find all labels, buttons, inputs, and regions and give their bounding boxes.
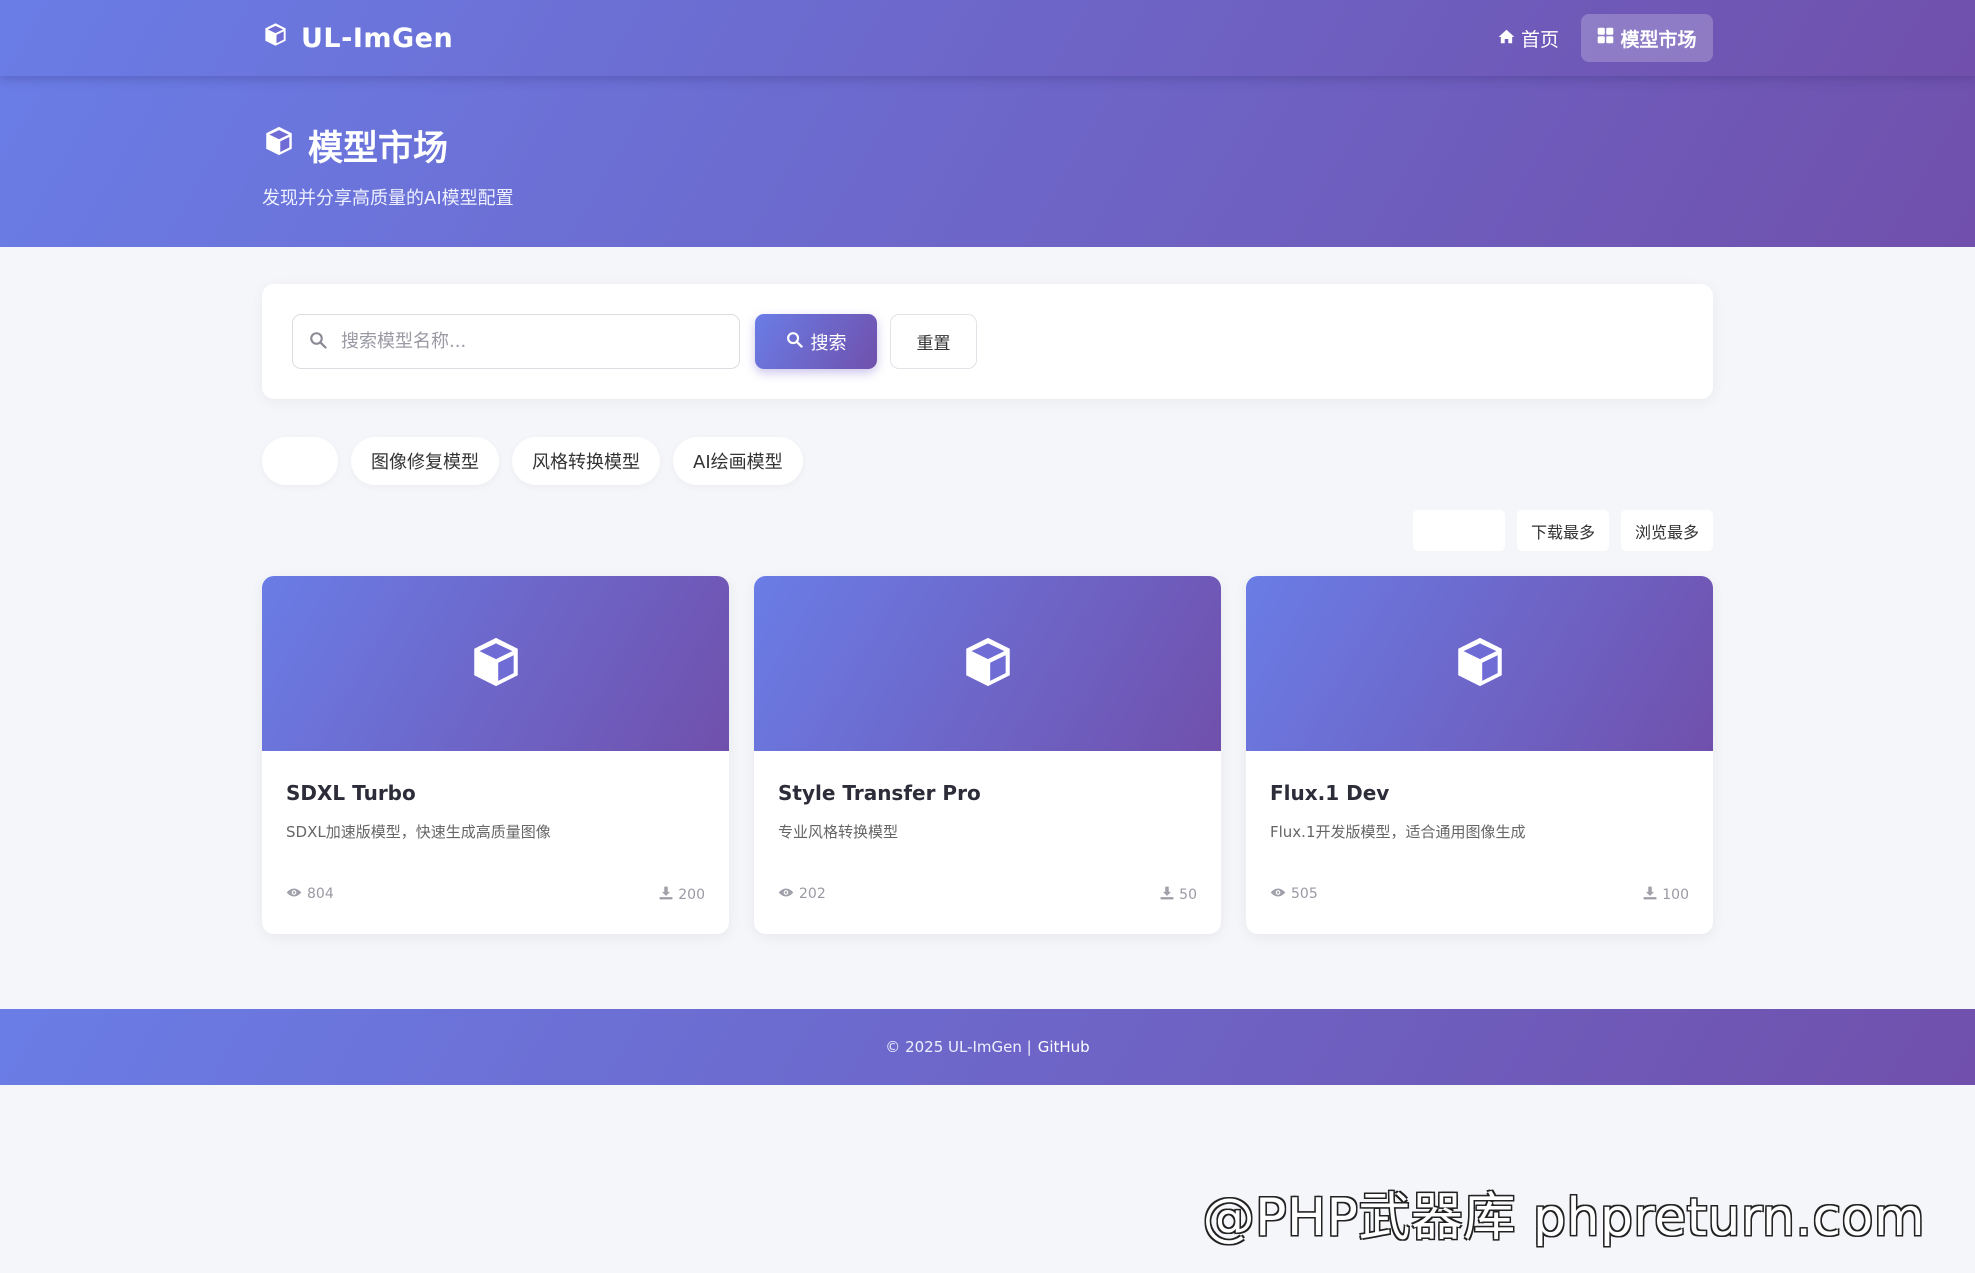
nav-home-link[interactable]: 首页: [1478, 14, 1579, 62]
model-card[interactable]: SDXL Turbo SDXL加速版模型，快速生成高质量图像 804 200: [262, 576, 729, 934]
search-button[interactable]: 搜索: [755, 314, 877, 369]
cube-icon: [467, 633, 525, 695]
category-ai-painting[interactable]: AI绘画模型: [673, 437, 803, 485]
views-count: 202: [799, 886, 826, 902]
search-panel: 搜索 重置: [262, 284, 1713, 399]
eye-icon: [778, 886, 794, 902]
navbar: UL-ImGen 首页 模型市场: [0, 0, 1975, 76]
downloads-count: 100: [1662, 887, 1689, 903]
views-count: 804: [307, 886, 334, 902]
downloads-count: 50: [1179, 887, 1197, 903]
download-icon: [659, 886, 673, 904]
model-views: 804: [286, 886, 334, 902]
model-name: Style Transfer Pro: [778, 781, 981, 805]
model-description: SDXL加速版模型，快速生成高质量图像: [286, 823, 551, 841]
eye-icon: [1270, 886, 1286, 902]
model-name: Flux.1 Dev: [1270, 781, 1390, 805]
category-filter: 全部 图像修复模型 风格转换模型 AI绘画模型: [262, 437, 803, 485]
grid-icon: [1597, 27, 1614, 49]
download-icon: [1160, 886, 1174, 904]
model-card[interactable]: Flux.1 Dev Flux.1开发版模型，适合通用图像生成 505 100: [1246, 576, 1713, 934]
sort-most-views[interactable]: 浏览最多: [1620, 510, 1713, 551]
model-downloads: 50: [1160, 886, 1197, 904]
reset-button[interactable]: 重置: [890, 314, 977, 369]
download-icon: [1643, 886, 1657, 904]
category-style-transfer[interactable]: 风格转换模型: [512, 437, 660, 485]
page-subtitle: 发现并分享高质量的AI模型配置: [262, 188, 514, 209]
brand-name: UL-ImGen: [301, 22, 454, 54]
cube-icon: [959, 633, 1017, 695]
nav-market-link[interactable]: 模型市场: [1581, 14, 1713, 62]
footer-github-link[interactable]: GitHub: [1038, 1038, 1090, 1056]
sort-most-downloads[interactable]: 下载最多: [1516, 510, 1609, 551]
footer: © 2025 UL-ImGen | GitHub: [0, 1009, 1975, 1085]
sort-options: 最新发布 下载最多 浏览最多: [1412, 510, 1713, 551]
nav-market-label: 模型市场: [1620, 28, 1697, 51]
model-cover: [1246, 576, 1713, 751]
page-title-text: 模型市场: [308, 129, 449, 169]
search-box: [292, 314, 740, 369]
cube-icon: [1451, 633, 1509, 695]
cube-icon: [262, 124, 296, 167]
model-description: Flux.1开发版模型，适合通用图像生成: [1270, 823, 1526, 841]
views-count: 505: [1291, 886, 1318, 902]
search-input[interactable]: [341, 331, 701, 352]
home-icon: [1498, 27, 1515, 49]
sort-latest[interactable]: 最新发布: [1412, 510, 1505, 551]
downloads-count: 200: [678, 887, 705, 903]
search-icon: [309, 331, 327, 353]
model-views: 505: [1270, 886, 1318, 902]
search-icon: [786, 331, 803, 353]
cube-icon: [262, 21, 289, 55]
footer-copyright: © 2025 UL-ImGen |: [885, 1038, 1032, 1056]
brand-logo[interactable]: UL-ImGen: [262, 20, 453, 56]
hero-banner: 模型市场 发现并分享高质量的AI模型配置: [0, 76, 1975, 247]
model-cover: [262, 576, 729, 751]
model-views: 202: [778, 886, 826, 902]
model-name: SDXL Turbo: [286, 781, 416, 805]
model-card[interactable]: Style Transfer Pro 专业风格转换模型 202 50: [754, 576, 1221, 934]
eye-icon: [286, 886, 302, 902]
model-downloads: 200: [659, 886, 705, 904]
page-title: 模型市场: [262, 120, 448, 171]
model-description: 专业风格转换模型: [778, 823, 899, 841]
nav-home-label: 首页: [1521, 28, 1560, 51]
model-cover: [754, 576, 1221, 751]
category-all[interactable]: 全部: [262, 437, 338, 485]
category-image-restoration[interactable]: 图像修复模型: [351, 437, 499, 485]
watermark: @PHP武器库 phpreturn.com: [1202, 1188, 1925, 1248]
search-button-label: 搜索: [810, 332, 847, 353]
model-downloads: 100: [1643, 886, 1689, 904]
